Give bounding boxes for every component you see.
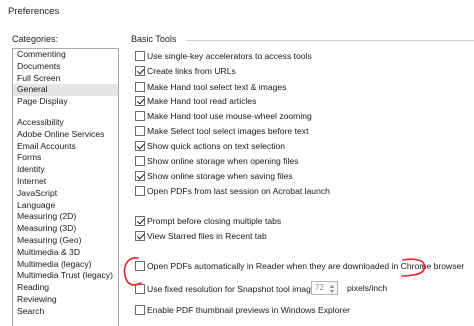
category-item-forms[interactable]: Forms — [13, 152, 118, 164]
category-item-search[interactable]: Search — [13, 306, 118, 318]
option-label: Make Select tool select images before te… — [147, 126, 309, 136]
checkbox[interactable] — [135, 96, 145, 106]
checkmark-icon — [136, 141, 144, 149]
categories-separator — [13, 108, 118, 117]
categories-main-group: Accessibility Adobe Online Services Email … — [13, 117, 118, 318]
checkbox[interactable] — [135, 284, 145, 294]
option-label: Enable PDF thumbnail previews in Windows… — [147, 305, 350, 315]
option-label: View Starred files in Recent tab — [147, 231, 267, 241]
checkmark-icon — [136, 96, 144, 104]
checkbox[interactable] — [135, 171, 145, 181]
category-item-reviewing[interactable]: Reviewing — [13, 294, 118, 306]
option-use-single-key-accelerators-to-access-to[interactable]: Use single-key accelerators to access to… — [135, 49, 312, 63]
category-item-adobe-online-services[interactable]: Adobe Online Services — [13, 129, 118, 141]
category-item-language[interactable]: Language — [13, 200, 118, 212]
checkbox[interactable] — [135, 216, 145, 226]
option-make-hand-tool-select-text-images[interactable]: Make Hand tool select text & images — [135, 80, 286, 94]
categories-list[interactable]: Commenting Documents Full Screen General Pag… — [12, 48, 119, 326]
checkmark-icon — [136, 171, 144, 179]
stepper-up-icon[interactable] — [330, 285, 334, 288]
category-item-email-accounts[interactable]: Email Accounts — [13, 141, 118, 153]
category-item-multimedia-trust-legacy[interactable]: Multimedia Trust (legacy) — [13, 270, 118, 282]
option-show-online-storage-when-saving-files[interactable]: Show online storage when saving files — [135, 169, 293, 183]
categories-top-group: Commenting Documents Full Screen General Pag… — [13, 49, 118, 108]
checkbox[interactable] — [135, 156, 145, 166]
snapshot-resolution-unit: pixels/inch — [347, 283, 388, 293]
category-item-page-display[interactable]: Page Display — [13, 96, 118, 108]
option-open-pdfs-from-last-session-on-acrobat-l[interactable]: Open PDFs from last session on Acrobat l… — [135, 184, 330, 198]
category-item-measuring-geo[interactable]: Measuring (Geo) — [13, 235, 118, 247]
option-label: Show online storage when opening files — [147, 156, 299, 166]
category-item-javascript[interactable]: JavaScript — [13, 188, 118, 200]
category-item-reading[interactable]: Reading — [13, 282, 118, 294]
checkbox[interactable] — [135, 305, 145, 315]
category-item-multimedia-legacy[interactable]: Multimedia (legacy) — [13, 259, 118, 271]
option-view-starred-files-in-recent-tab[interactable]: View Starred files in Recent tab — [135, 229, 267, 243]
checkbox[interactable] — [135, 141, 145, 151]
option-make-select-tool-select-images-before-te[interactable]: Make Select tool select images before te… — [135, 124, 308, 138]
window-title: Preferences — [8, 6, 60, 17]
basic-tools-divider — [186, 40, 474, 41]
option-label: Show online storage when saving files — [147, 171, 293, 181]
option-label: Prompt before closing multiple tabs — [147, 216, 282, 226]
category-item-accessibility[interactable]: Accessibility — [13, 117, 118, 129]
checkbox[interactable] — [135, 51, 145, 61]
option-make-hand-tool-read-articles[interactable]: Make Hand tool read articles — [135, 94, 256, 108]
checkbox[interactable] — [135, 82, 145, 92]
categories-label: Categories: — [12, 34, 59, 44]
option-label: Make Hand tool use mouse-wheel zooming — [147, 111, 312, 121]
category-item-general[interactable]: General — [13, 84, 118, 97]
snapshot-resolution-stepper[interactable] — [328, 281, 338, 295]
checkmark-icon — [136, 66, 144, 74]
option-label: Use single-key accelerators to access to… — [147, 51, 312, 61]
option-label: Create links from URLs — [147, 66, 236, 76]
option-show-online-storage-when-opening-files[interactable]: Show online storage when opening files — [135, 154, 298, 168]
option-label: Make Hand tool read articles — [147, 96, 257, 106]
checkmark-icon — [136, 231, 144, 239]
checkbox[interactable] — [135, 126, 145, 136]
category-item-documents[interactable]: Documents — [13, 61, 118, 73]
option-use-fixed-resolution-for-snapshot-tool-i[interactable]: Use fixed resolution for Snapshot tool i… — [135, 282, 322, 296]
basic-tools-heading: Basic Tools — [131, 34, 177, 44]
option-enable-pdf-thumbnail-previews-in-windows[interactable]: Enable PDF thumbnail previews in Windows… — [135, 303, 350, 317]
checkbox[interactable] — [135, 111, 145, 121]
category-item-measuring-3d[interactable]: Measuring (3D) — [13, 223, 118, 235]
category-item-multimedia-3d[interactable]: Multimedia & 3D — [13, 247, 118, 259]
option-label: Show quick actions on text selection — [147, 141, 286, 151]
checkbox[interactable] — [135, 261, 145, 271]
option-label: Use fixed resolution for Snapshot tool i… — [147, 284, 323, 294]
option-create-links-from-urls[interactable]: Create links from URLs — [135, 64, 236, 78]
checkbox[interactable] — [135, 66, 145, 76]
checkbox[interactable] — [135, 231, 145, 241]
category-item-identity[interactable]: Identity — [13, 164, 118, 176]
checkbox[interactable] — [135, 186, 145, 196]
category-item-commenting[interactable]: Commenting — [13, 49, 118, 61]
option-label: Make Hand tool select text & images — [147, 82, 287, 92]
option-prompt-before-closing-multiple-tabs[interactable]: Prompt before closing multiple tabs — [135, 214, 281, 228]
snapshot-resolution-input[interactable]: 72 — [311, 281, 329, 295]
stepper-down-icon[interactable] — [330, 290, 334, 293]
category-item-full-screen[interactable]: Full Screen — [13, 73, 118, 85]
checkmark-icon — [136, 216, 144, 224]
option-show-quick-actions-on-text-selection[interactable]: Show quick actions on text selection — [135, 139, 285, 153]
option-make-hand-tool-use-mouse-wheel-zooming[interactable]: Make Hand tool use mouse-wheel zooming — [135, 109, 312, 123]
category-item-measuring-2d[interactable]: Measuring (2D) — [13, 211, 118, 223]
option-label: Open PDFs automatically in Reader when t… — [147, 261, 465, 271]
option-label: Open PDFs from last session on Acrobat l… — [147, 186, 330, 196]
category-item-internet[interactable]: Internet — [13, 176, 118, 188]
option-open-pdfs-automatically-in-reader-when-t[interactable]: Open PDFs automatically in Reader when t… — [135, 259, 464, 273]
